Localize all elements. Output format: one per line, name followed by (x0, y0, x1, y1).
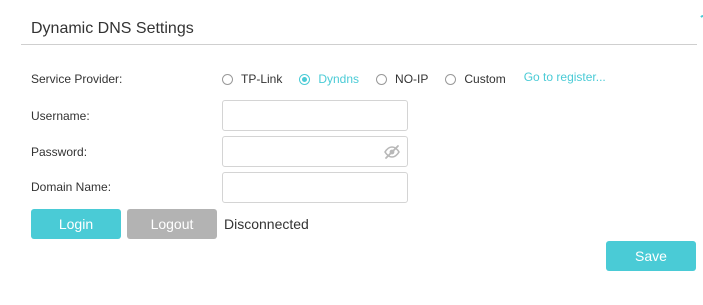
domain-name-input[interactable] (222, 172, 408, 203)
connection-status: Disconnected (224, 216, 309, 232)
domain-name-label: Domain Name: (31, 180, 112, 194)
radio-button[interactable] (222, 73, 233, 85)
radio-label-noip: NO-IP (395, 72, 429, 86)
password-input[interactable] (222, 136, 408, 167)
logout-button[interactable]: Logout (127, 209, 217, 239)
radio-button[interactable] (445, 73, 457, 85)
service-provider-radio-group: TP-Link Dyndns NO-IP Custom Go to regist… (222, 70, 606, 88)
radio-label-dyndns: Dyndns (318, 72, 360, 86)
radio-label-custom: Custom (464, 72, 506, 86)
username-input[interactable] (222, 100, 408, 131)
go-to-register-link[interactable]: Go to register... (524, 70, 606, 84)
radio-option-dyndns[interactable]: Dyndns (299, 72, 359, 86)
radio-option-custom[interactable]: Custom (445, 72, 506, 86)
radio-button[interactable] (376, 73, 388, 85)
password-label: Password: (31, 145, 88, 159)
radio-option-tplink[interactable]: TP-Link (222, 72, 282, 86)
radio-button[interactable] (299, 73, 311, 85)
service-provider-label: Service Provider: (31, 72, 123, 86)
ddns-settings-page: Dynamic DNS Settings Service Provider: T… (0, 0, 703, 305)
username-label: Username: (31, 109, 90, 123)
section-title: Dynamic DNS Settings (31, 20, 194, 37)
title-divider (21, 44, 697, 45)
eye-slash-icon[interactable] (383, 143, 401, 161)
login-button[interactable]: Login (31, 209, 121, 239)
save-button[interactable]: Save (606, 241, 696, 271)
help-icon[interactable] (699, 15, 703, 25)
radio-option-noip[interactable]: NO-IP (376, 72, 428, 86)
radio-label-tplink: TP-Link (241, 72, 283, 86)
